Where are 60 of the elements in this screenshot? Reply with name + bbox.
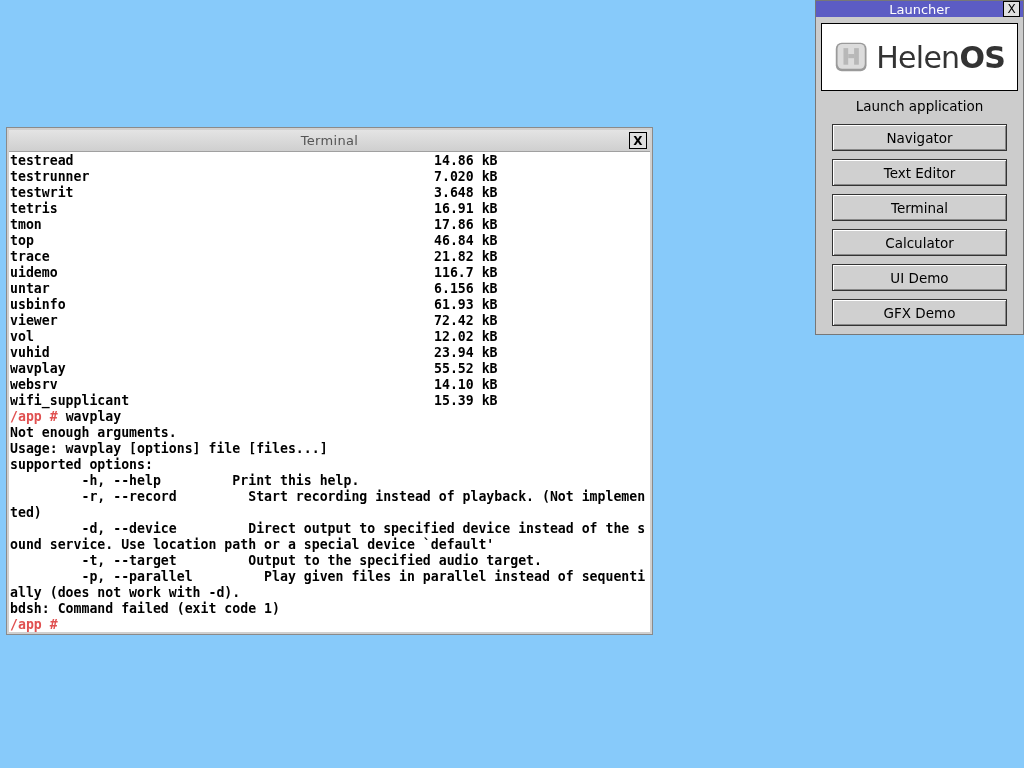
output-line: ally (does not work with -d).	[10, 585, 241, 601]
prompt: /app #	[10, 617, 58, 632]
window-title: Launcher	[889, 2, 950, 16]
output-line: ound service. Use location path or a special device `default'	[10, 537, 495, 553]
output-line: -r, --record Start recording instead of playback. (Not implemen	[80, 489, 646, 505]
close-button[interactable]: X	[629, 132, 647, 149]
file-size: 61.93 kB	[434, 297, 498, 313]
app-button[interactable]: Calculator	[832, 229, 1007, 257]
file-size: 6.156 kB	[434, 281, 498, 297]
file-name: vuhid	[10, 345, 51, 361]
app-button[interactable]: Terminal	[832, 194, 1007, 222]
file-name: tmon	[10, 217, 43, 233]
file-name: tetris	[10, 201, 59, 217]
prompt: /app #	[10, 409, 58, 425]
heading: Launch application	[854, 97, 985, 116]
output-line: supported options:	[10, 457, 153, 473]
file-size: 55.52 kB	[434, 361, 498, 377]
logo-icon	[835, 42, 867, 72]
close-button[interactable]: X	[1003, 1, 1020, 17]
file-size: 16.91 kB	[434, 201, 498, 217]
file-name: testread	[10, 153, 75, 169]
file-name: viewer	[10, 313, 59, 329]
file-size: 14.10 kB	[434, 377, 498, 393]
file-name: usbinfo	[10, 297, 67, 313]
app-button[interactable]: Navigator	[832, 124, 1007, 152]
logo-text: HelenOS	[876, 38, 1005, 77]
command-text: wavplay	[65, 409, 122, 425]
file-size: 7.020 kB	[434, 169, 498, 185]
output-line: -t, --target Output to the specified audio target.	[80, 553, 542, 569]
file-name: uidemo	[10, 265, 59, 281]
file-size: 14.86 kB	[434, 153, 498, 169]
file-name: testwrit	[10, 185, 75, 201]
app-button[interactable]: Text Editor	[832, 159, 1007, 187]
file-size: 12.02 kB	[434, 329, 498, 345]
file-size: 116.7 kB	[434, 265, 498, 281]
file-size: 23.94 kB	[434, 345, 498, 361]
file-name: vol	[10, 329, 35, 345]
output-line: -h, --help Print this help.	[80, 473, 360, 489]
output-line: -d, --device Direct output to specified device instead of the s	[80, 521, 646, 537]
output-line: -p, --parallel Play given files in parallel instead of sequenti	[80, 569, 646, 585]
app-button[interactable]: UI Demo	[832, 264, 1007, 292]
file-size: 72.42 kB	[434, 313, 498, 329]
file-size: 46.84 kB	[434, 233, 498, 249]
output-line: bdsh: Command failed (exit code 1)	[10, 601, 280, 617]
file-size: 21.82 kB	[434, 249, 498, 265]
file-name: top	[10, 233, 35, 249]
file-name: wavplay	[10, 361, 67, 377]
output-line: Not enough arguments.	[10, 425, 177, 441]
file-name: wifi_supplicant	[10, 393, 131, 409]
output-line: Usage: wavplay [options] file [files...]	[10, 441, 328, 457]
output-line: ted)	[10, 505, 42, 521]
file-name: websrv	[10, 377, 59, 393]
file-size: 17.86 kB	[434, 217, 498, 233]
file-name: testrunner	[10, 169, 91, 185]
app-button[interactable]: GFX Demo	[832, 299, 1007, 327]
file-name: trace	[10, 249, 51, 265]
file-size: 3.648 kB	[434, 185, 498, 201]
file-name: untar	[10, 281, 51, 297]
window-title: Terminal	[300, 131, 359, 150]
file-size: 15.39 kB	[434, 393, 498, 409]
